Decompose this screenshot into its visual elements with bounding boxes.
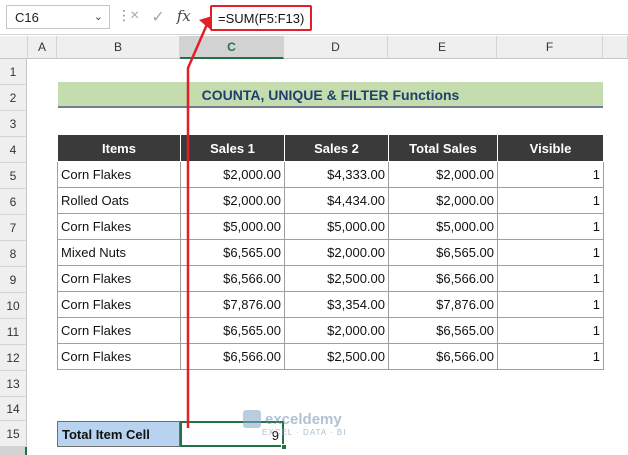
watermark-name: exceldemy: [265, 410, 342, 428]
formula-bar: C16 ⌄ ⋮ × ✓ fx =SUM(F5:F13): [0, 0, 628, 35]
column-header-b[interactable]: B: [57, 36, 180, 59]
row-header-4[interactable]: 4: [0, 137, 27, 163]
watermark-tagline: EXCEL · DATA · BI: [262, 428, 347, 437]
cell-total-sales[interactable]: $6,565.00: [388, 239, 498, 266]
cell-visible[interactable]: 1: [497, 161, 604, 188]
cell-sales-2[interactable]: $2,500.00: [284, 265, 389, 292]
cell-visible[interactable]: 1: [497, 187, 604, 214]
row-header-5[interactable]: 5: [0, 163, 27, 189]
table-row: Corn Flakes $6,566.00 $2,500.00 $6,566.0…: [57, 265, 604, 292]
row-header-3[interactable]: 3: [0, 111, 27, 137]
table-row: Corn Flakes $7,876.00 $3,354.00 $7,876.0…: [57, 291, 604, 318]
header-sales-2[interactable]: Sales 2: [284, 134, 389, 162]
row-header-9[interactable]: 9: [0, 267, 27, 293]
row-header-10[interactable]: 10: [0, 293, 27, 319]
cell-sales-2[interactable]: $4,434.00: [284, 187, 389, 214]
cell-item[interactable]: Mixed Nuts: [57, 239, 181, 266]
cell-total-sales[interactable]: $7,876.00: [388, 291, 498, 318]
column-header-d[interactable]: D: [284, 36, 388, 59]
cell-sales-1[interactable]: $2,000.00: [180, 161, 285, 188]
column-header-next[interactable]: [603, 36, 628, 59]
cell-item[interactable]: Corn Flakes: [57, 265, 181, 292]
cell-item[interactable]: Corn Flakes: [57, 213, 181, 240]
cell-total-sales[interactable]: $6,565.00: [388, 317, 498, 344]
row-header-12[interactable]: 12: [0, 345, 27, 371]
header-items[interactable]: Items: [57, 134, 181, 162]
cell-sales-1[interactable]: $6,565.00: [180, 239, 285, 266]
cell-sales-2[interactable]: $2,000.00: [284, 239, 389, 266]
formula-text[interactable]: =SUM(F5:F13): [210, 5, 312, 31]
header-total-sales[interactable]: Total Sales: [388, 134, 498, 162]
row-header-6[interactable]: 6: [0, 189, 27, 215]
row-header-2[interactable]: 2: [0, 85, 27, 111]
cell-sales-2[interactable]: $4,333.00: [284, 161, 389, 188]
table-row: Corn Flakes $2,000.00 $4,333.00 $2,000.0…: [57, 161, 604, 188]
cell-visible[interactable]: 1: [497, 265, 604, 292]
table-row: Corn Flakes $5,000.00 $5,000.00 $5,000.0…: [57, 213, 604, 240]
cancel-icon[interactable]: ×: [130, 7, 139, 27]
table-row: Corn Flakes $6,565.00 $2,000.00 $6,565.0…: [57, 317, 604, 344]
cell-sales-1[interactable]: $6,565.00: [180, 317, 285, 344]
cell-sales-1[interactable]: $5,000.00: [180, 213, 285, 240]
cell-sales-1[interactable]: $7,876.00: [180, 291, 285, 318]
enter-icon[interactable]: ✓: [151, 7, 164, 27]
table-row: Mixed Nuts $6,565.00 $2,000.00 $6,565.00…: [57, 239, 604, 266]
cell-sales-2[interactable]: $2,000.00: [284, 317, 389, 344]
cell-total-sales[interactable]: $2,000.00: [388, 161, 498, 188]
total-item-label[interactable]: Total Item Cell: [57, 421, 180, 447]
select-all-corner[interactable]: [0, 36, 28, 59]
name-box[interactable]: C16 ⌄: [6, 5, 110, 29]
column-header-c[interactable]: C: [180, 36, 284, 59]
cell-total-sales[interactable]: $2,000.00: [388, 187, 498, 214]
sales-table: Items Sales 1 Sales 2 Total Sales Visibl…: [57, 134, 604, 370]
table-row: Corn Flakes $6,566.00 $2,500.00 $6,566.0…: [57, 343, 604, 370]
exceldemy-watermark: exceldemy: [243, 410, 342, 428]
row-header-14[interactable]: 14: [0, 397, 27, 421]
fill-handle[interactable]: [281, 444, 287, 450]
name-box-value: C16: [15, 10, 39, 25]
cell-visible[interactable]: 1: [497, 291, 604, 318]
row-header-11[interactable]: 11: [0, 319, 27, 345]
cell-sales-1[interactable]: $2,000.00: [180, 187, 285, 214]
insert-function-icon[interactable]: fx: [177, 7, 191, 27]
cell-item[interactable]: Corn Flakes: [57, 291, 181, 318]
row-header-16[interactable]: 16: [0, 447, 27, 455]
row-header-7[interactable]: 7: [0, 215, 27, 241]
cell-sales-2[interactable]: $5,000.00: [284, 213, 389, 240]
cell-visible[interactable]: 1: [497, 317, 604, 344]
cell-visible[interactable]: 1: [497, 343, 604, 370]
cell-total-sales[interactable]: $5,000.00: [388, 213, 498, 240]
cell-item[interactable]: Corn Flakes: [57, 343, 181, 370]
cell-sales-2[interactable]: $2,500.00: [284, 343, 389, 370]
header-sales-1[interactable]: Sales 1: [180, 134, 285, 162]
cell-sales-2[interactable]: $3,354.00: [284, 291, 389, 318]
header-visible[interactable]: Visible: [497, 134, 604, 162]
row-header-8[interactable]: 8: [0, 241, 27, 267]
column-header-a[interactable]: A: [28, 36, 57, 59]
row-header-15[interactable]: 15: [0, 421, 27, 447]
cell-item[interactable]: Corn Flakes: [57, 161, 181, 188]
cell-item[interactable]: Corn Flakes: [57, 317, 181, 344]
cell-visible[interactable]: 1: [497, 213, 604, 240]
column-header-f[interactable]: F: [497, 36, 603, 59]
cell-sales-1[interactable]: $6,566.00: [180, 343, 285, 370]
cell-visible[interactable]: 1: [497, 239, 604, 266]
cell-item[interactable]: Rolled Oats: [57, 187, 181, 214]
cell-total-sales[interactable]: $6,566.00: [388, 265, 498, 292]
more-options-icon[interactable]: ⋮: [117, 7, 131, 24]
cell-total-sales[interactable]: $6,566.00: [388, 343, 498, 370]
chevron-down-icon[interactable]: ⌄: [94, 10, 103, 23]
column-header-e[interactable]: E: [388, 36, 497, 59]
sheet-title[interactable]: COUNTA, UNIQUE & FILTER Functions: [58, 82, 603, 108]
cell-sales-1[interactable]: $6,566.00: [180, 265, 285, 292]
table-row: Rolled Oats $2,000.00 $4,434.00 $2,000.0…: [57, 187, 604, 214]
row-header-1[interactable]: 1: [0, 59, 27, 85]
exceldemy-logo-icon: [243, 410, 261, 428]
row-header-13[interactable]: 13: [0, 371, 27, 397]
